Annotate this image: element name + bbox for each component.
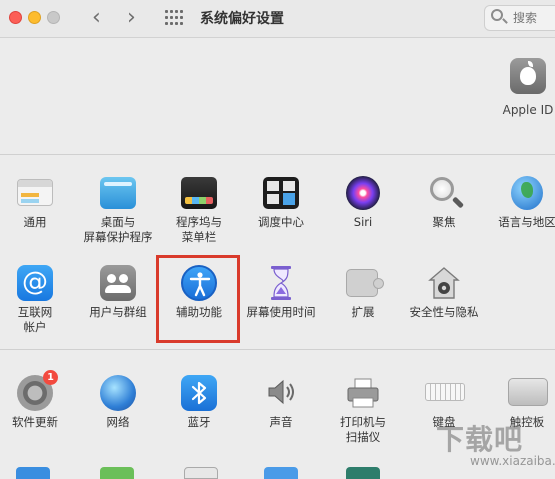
separator — [0, 349, 555, 350]
apple-id-pane[interactable]: Apple ID — [500, 58, 555, 117]
window-title: 系统偏好设置 — [200, 11, 284, 27]
pane-label: 语言与地区 — [498, 215, 555, 229]
security-privacy-icon — [428, 266, 460, 300]
pane-label: 屏幕使用时间 — [246, 305, 316, 319]
pane-label: Siri — [353, 215, 373, 229]
bluetooth-icon — [181, 375, 217, 411]
trackpad-icon — [508, 378, 548, 406]
partial-pane-icon — [16, 467, 50, 479]
watermark-logo: 下载吧 — [436, 423, 524, 456]
update-count-badge: 1 — [43, 370, 58, 385]
pane-internet-accounts[interactable]: @ 互联网 帐户 — [0, 264, 76, 335]
pane-label: 程序坞与 菜单栏 — [176, 215, 222, 244]
screen-time-icon — [270, 265, 292, 301]
network-icon — [100, 375, 136, 411]
printers-scanners-icon — [347, 378, 379, 408]
close-window-button[interactable] — [9, 11, 22, 24]
accessibility-highlight-box — [156, 255, 240, 343]
pane-extensions[interactable]: 扩展 — [322, 264, 404, 320]
pane-sound[interactable]: 声音 — [240, 374, 322, 430]
search-icon — [491, 9, 503, 21]
pane-users-groups[interactable]: 用户与群组 — [77, 264, 159, 320]
pane-screen-time[interactable]: 屏幕使用时间 — [240, 264, 322, 320]
pane-desktop-screensaver[interactable]: 桌面与 屏幕保护程序 — [77, 174, 159, 245]
pane-siri[interactable]: Siri — [322, 174, 404, 230]
spotlight-icon — [430, 177, 454, 201]
partial-pane-icon — [100, 467, 134, 479]
pane-bluetooth[interactable]: 蓝牙 — [158, 374, 240, 430]
sound-icon — [267, 377, 297, 407]
general-icon — [17, 179, 53, 206]
pane-mission-control[interactable]: 调度中心 — [240, 174, 322, 230]
pane-general[interactable]: 通用 — [0, 174, 76, 230]
pane-dock-menubar[interactable]: 程序坞与 菜单栏 — [158, 174, 240, 245]
pane-network[interactable]: 网络 — [77, 374, 159, 430]
extensions-icon — [346, 269, 384, 297]
pane-label: 互联网 帐户 — [17, 305, 53, 334]
pane-label: 用户与群组 — [89, 305, 147, 319]
pane-label: 打印机与 扫描仪 — [340, 415, 386, 444]
forward-button[interactable]: › — [127, 6, 136, 30]
pane-label: 扩展 — [351, 305, 375, 319]
watermark-url: www.xiazaiba.com — [470, 454, 555, 468]
pane-security-privacy[interactable]: 安全性与隐私 — [403, 264, 485, 320]
pane-label: 调度中心 — [258, 215, 304, 229]
back-button[interactable]: ‹ — [92, 6, 101, 30]
search-field[interactable] — [484, 5, 555, 31]
pane-label: 网络 — [106, 415, 130, 429]
window-toolbar: ‹ › 系统偏好设置 — [0, 0, 555, 38]
zoom-window-button[interactable] — [47, 11, 60, 24]
pane-label: 通用 — [23, 215, 47, 229]
separator — [0, 154, 555, 155]
pane-label: 聚焦 — [432, 215, 456, 229]
partial-pane-icon — [264, 467, 298, 479]
show-all-grid-icon[interactable] — [165, 10, 183, 26]
mission-control-icon — [263, 177, 299, 209]
internet-accounts-icon: @ — [17, 265, 53, 301]
pane-language-region[interactable]: 语言与地区 — [486, 174, 555, 230]
pane-label: 桌面与 屏幕保护程序 — [83, 215, 153, 244]
pane-label: 安全性与隐私 — [409, 305, 479, 319]
search-input[interactable] — [513, 9, 555, 27]
partial-pane-icon — [184, 467, 218, 479]
pane-label: 声音 — [269, 415, 293, 429]
keyboard-icon — [425, 383, 465, 401]
minimize-window-button[interactable] — [28, 11, 41, 24]
pane-label: 软件更新 — [12, 415, 58, 429]
apple-logo-icon — [510, 58, 546, 94]
pane-label: 蓝牙 — [187, 415, 211, 429]
partial-pane-icon — [346, 467, 380, 479]
users-groups-icon — [100, 265, 136, 301]
pane-spotlight[interactable]: 聚焦 — [403, 174, 485, 230]
apple-id-label: Apple ID — [502, 103, 554, 117]
language-region-icon — [511, 176, 543, 210]
desktop-screensaver-icon — [100, 177, 136, 209]
siri-icon — [346, 176, 380, 210]
dock-menubar-icon — [181, 177, 217, 209]
pane-software-update[interactable]: 1 软件更新 — [0, 370, 76, 430]
pane-printers-scanners[interactable]: 打印机与 扫描仪 — [322, 374, 404, 445]
